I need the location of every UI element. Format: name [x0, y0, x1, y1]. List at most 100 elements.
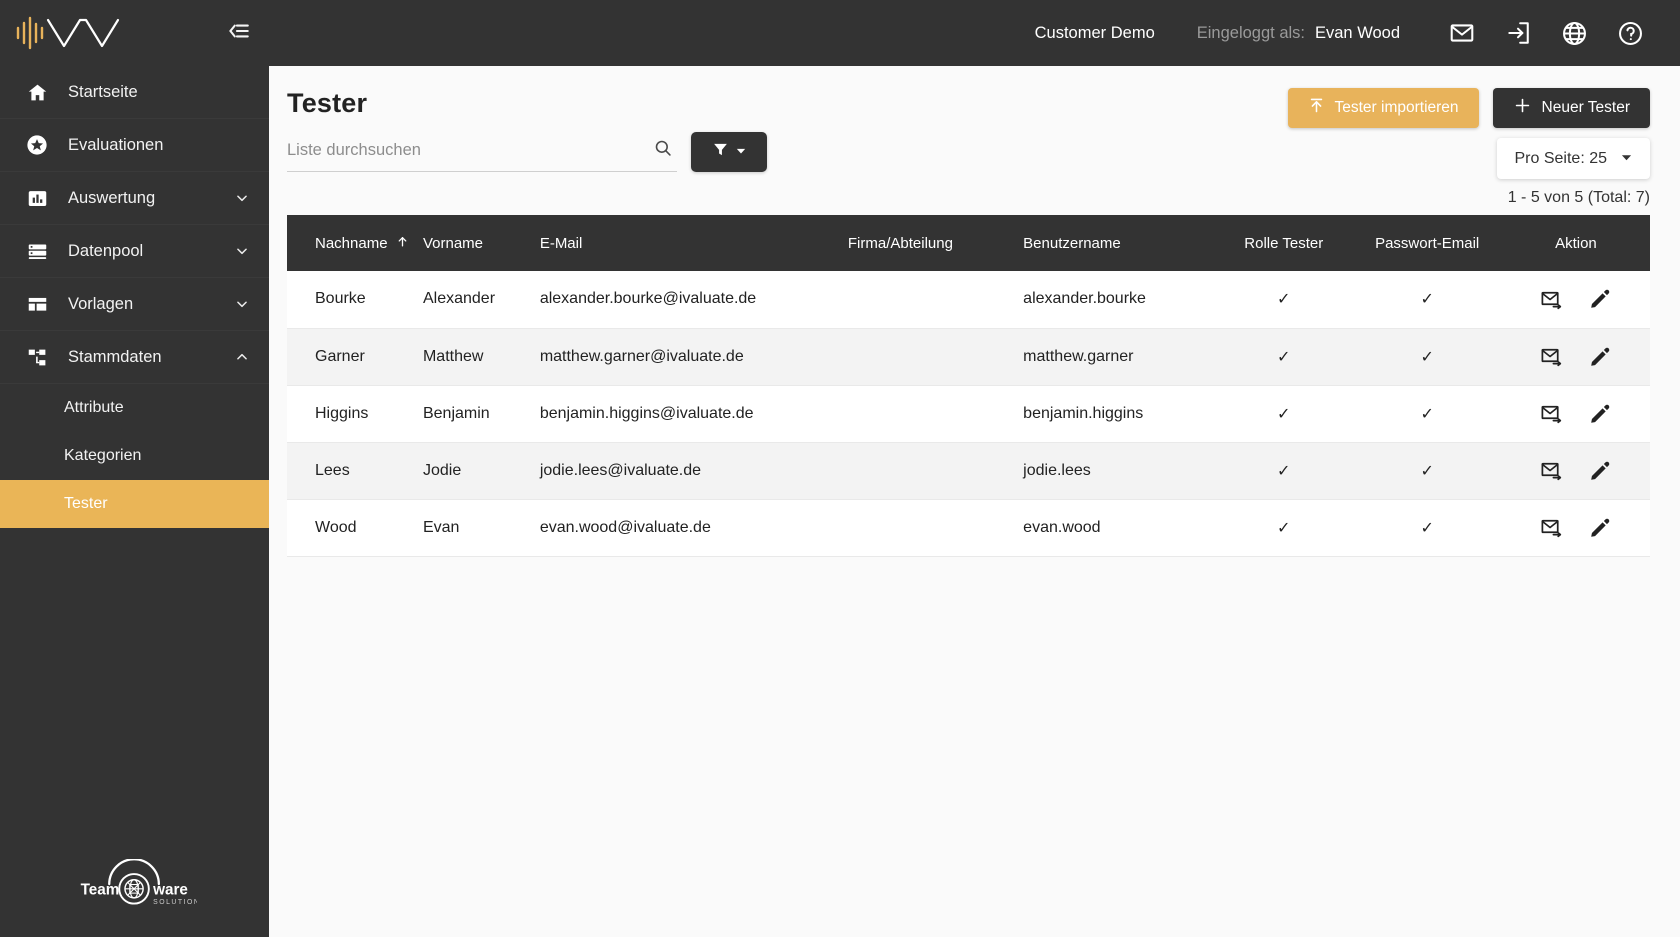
cell-aktion [1512, 328, 1650, 385]
sidebar-subitem-kategorien[interactable]: Kategorien [0, 432, 269, 480]
sidebar-header [0, 0, 269, 66]
ivaluate-waveform-logo[interactable] [14, 12, 134, 54]
sidebar-item-label: Auswertung [68, 188, 156, 207]
sidebar-subitem-attribute[interactable]: Attribute [0, 384, 269, 432]
sidebar-item-evaluationen[interactable]: Evaluationen [0, 119, 269, 172]
edit-pencil-icon[interactable] [1589, 288, 1611, 310]
logged-in-label: Eingeloggt als: [1196, 23, 1305, 42]
cell-rolle-tester: ✓ [1277, 519, 1291, 537]
cell-firma [848, 442, 1023, 499]
column-label: Aktion [1555, 234, 1597, 252]
column-label: Vorname [422, 234, 484, 252]
edit-pencil-icon[interactable] [1589, 460, 1611, 482]
upload-icon [1308, 97, 1325, 119]
edit-pencil-icon[interactable] [1589, 403, 1611, 425]
sidebar-nav: Startseite Evaluationen Auswertung Daten… [0, 66, 269, 528]
sidebar-item-startseite[interactable]: Startseite [0, 66, 269, 119]
import-tester-button[interactable]: Tester importieren [1287, 88, 1479, 128]
content-area: Tester Tester importieren Neuer Tester L… [269, 66, 1680, 937]
globe-language-icon[interactable] [1546, 13, 1602, 53]
mail-icon[interactable] [1434, 13, 1490, 53]
cell-passwort-email: ✓ [1420, 405, 1434, 423]
search-and-filter [287, 132, 767, 172]
column-header-email[interactable]: E-Mail [540, 215, 848, 271]
result-count: 1 - 5 von 5 (Total: 7) [1507, 189, 1650, 206]
cell-vorname: Matthew [422, 347, 484, 365]
send-email-icon[interactable] [1540, 345, 1563, 368]
column-label: Rolle Tester [1244, 234, 1324, 252]
cell-nachname: Wood [315, 518, 357, 536]
send-email-icon[interactable] [1540, 459, 1563, 482]
search-icon[interactable] [653, 138, 673, 163]
edit-pencil-icon[interactable] [1589, 346, 1611, 368]
tester-table: Nachname Vorname E-Mail Firma/Abteilung … [287, 215, 1650, 557]
cell-email: alexander.bourke@ivaluate.de [539, 290, 757, 308]
per-page-selector[interactable]: Pro Seite: 25 [1496, 138, 1650, 179]
sidebar-item-vorlagen[interactable]: Vorlagen [0, 278, 269, 331]
new-tester-button[interactable]: Neuer Tester [1492, 88, 1650, 128]
collapse-menu-icon[interactable] [225, 18, 251, 49]
column-label: Nachname [315, 234, 388, 252]
cell-rolle-tester: ✓ [1277, 348, 1291, 366]
send-email-icon[interactable] [1540, 402, 1563, 425]
cell-rolle-tester: ✓ [1277, 462, 1291, 480]
column-header-passwort-email[interactable]: Passwort-Email [1352, 215, 1511, 271]
cell-aktion [1512, 385, 1650, 442]
cell-benutzername: matthew.garner [1023, 347, 1134, 365]
filter-button[interactable] [691, 132, 767, 172]
sidebar-item-auswertung[interactable]: Auswertung [0, 172, 269, 225]
search-box[interactable] [287, 132, 677, 172]
table-body: Bourke Alexander alexander.bourke@ivalua… [287, 271, 1650, 556]
plus-icon [1513, 96, 1532, 120]
cell-email: jodie.lees@ivaluate.de [539, 461, 702, 479]
column-label: Firma/Abteilung [847, 234, 953, 252]
cell-rolle-tester: ✓ [1277, 291, 1291, 309]
column-header-rolle-tester[interactable]: Rolle Tester [1225, 215, 1352, 271]
caret-down-icon [1621, 150, 1632, 168]
layout-template-icon [26, 293, 48, 315]
help-circle-icon[interactable] [1602, 13, 1658, 53]
cell-aktion [1512, 271, 1650, 328]
column-header-benutzername[interactable]: Benutzername [1023, 215, 1225, 271]
table-row[interactable]: Garner Matthew matthew.garner@ivaluate.d… [287, 328, 1650, 385]
cell-aktion [1512, 442, 1650, 499]
table-row[interactable]: Lees Jodie jodie.lees@ivaluate.de jodie.… [287, 442, 1650, 499]
sidebar-item-stammdaten[interactable]: Stammdaten [0, 331, 269, 384]
toolbar-row: Pro Seite: 25 [269, 128, 1680, 179]
chevron-down-icon[interactable] [235, 191, 249, 205]
table-header-row: Nachname Vorname E-Mail Firma/Abteilung … [287, 215, 1650, 271]
sidebar-item-datenpool[interactable]: Datenpool [0, 225, 269, 278]
caret-down-icon [736, 143, 746, 161]
cell-aktion [1512, 499, 1650, 556]
logo-text-left: Team [80, 882, 119, 899]
send-email-icon[interactable] [1540, 516, 1563, 539]
sidebar-item-label: Evaluationen [68, 135, 164, 154]
logout-icon[interactable] [1490, 13, 1546, 53]
edit-pencil-icon[interactable] [1589, 517, 1611, 539]
table-row[interactable]: Bourke Alexander alexander.bourke@ivalua… [287, 271, 1650, 328]
cell-nachname: Lees [315, 461, 350, 479]
chevron-down-icon[interactable] [235, 244, 249, 258]
column-header-vorname[interactable]: Vorname [423, 215, 540, 271]
table-head: Nachname Vorname E-Mail Firma/Abteilung … [287, 215, 1650, 271]
per-page-label: Pro Seite: 25 [1514, 149, 1608, 167]
column-label: E-Mail [539, 234, 583, 252]
chevron-up-icon[interactable] [235, 350, 249, 364]
database-list-icon [26, 240, 48, 262]
cell-passwort-email: ✓ [1420, 291, 1434, 309]
import-tester-label: Tester importieren [1334, 99, 1459, 116]
cell-vorname: Jodie [422, 461, 462, 479]
sidebar-subitem-label: Attribute [64, 399, 124, 416]
tester-table-wrapper: Nachname Vorname E-Mail Firma/Abteilung … [269, 215, 1680, 557]
cell-rolle-tester: ✓ [1277, 405, 1291, 423]
column-header-firma-abteilung[interactable]: Firma/Abteilung [848, 215, 1023, 271]
cell-vorname: Evan [422, 518, 460, 536]
search-input[interactable] [287, 141, 653, 160]
table-row[interactable]: Wood Evan evan.wood@ivaluate.de evan.woo… [287, 499, 1650, 556]
chevron-down-icon[interactable] [235, 297, 249, 311]
column-header-nachname[interactable]: Nachname [287, 215, 423, 271]
table-row[interactable]: Higgins Benjamin benjamin.higgins@ivalua… [287, 385, 1650, 442]
sidebar-subitem-tester[interactable]: Tester [0, 480, 269, 528]
send-email-icon[interactable] [1540, 288, 1563, 311]
sidebar: Startseite Evaluationen Auswertung Daten… [0, 0, 269, 937]
